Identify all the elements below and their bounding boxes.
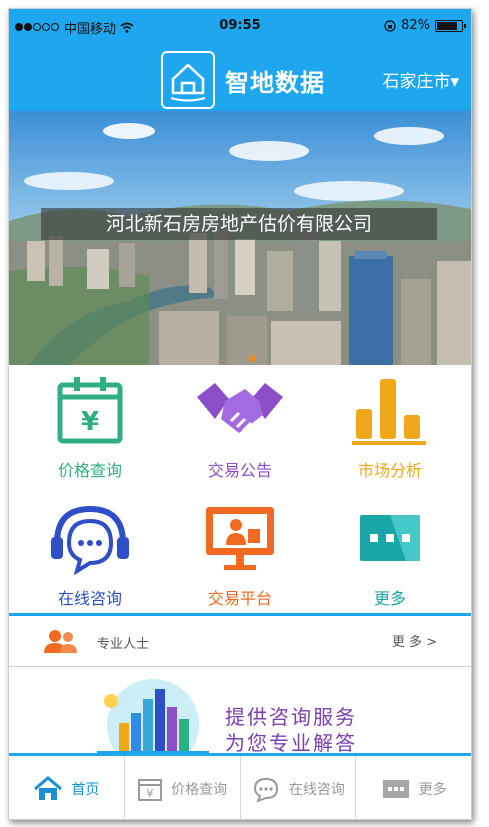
menu-price-query[interactable]: ¥ 价格查询 — [15, 375, 165, 481]
battery-icon — [435, 19, 466, 32]
banner-carousel[interactable]: 河北新石房房地产估价有限公司 — [9, 111, 471, 365]
home-icon — [34, 776, 63, 800]
city-illustration — [97, 679, 209, 759]
banner-caption: 河北新石房房地产估价有限公司 — [41, 208, 437, 240]
more-dots-icon — [360, 515, 420, 561]
menu-label: 价格查询 — [57, 461, 122, 480]
menu-trade-platform[interactable]: 交易平台 — [165, 503, 315, 609]
svg-text:¥: ¥ — [147, 787, 154, 800]
professionals-row[interactable]: 专业人士 更 多 > — [9, 616, 471, 667]
tab-price-query[interactable]: ¥ 价格查询 — [125, 756, 241, 819]
menu-label: 在线咨询 — [57, 589, 122, 608]
calendar-yen-icon: ¥ — [57, 377, 123, 444]
chat-icon — [253, 777, 278, 802]
menu-market-analysis[interactable]: 市场分析 — [315, 375, 465, 481]
tab-label: 首页 — [71, 782, 100, 798]
status-bar: 中国移动 09:55 82% — [9, 9, 471, 45]
app-logo — [161, 51, 215, 109]
menu-label: 交易公告 — [207, 461, 272, 480]
tab-home[interactable]: 首页 — [9, 756, 125, 819]
tab-online-consult[interactable]: 在线咨询 — [241, 756, 357, 819]
city-selector[interactable]: 石家庄市▾ — [382, 67, 459, 92]
professionals-label: 专业人士 — [97, 637, 150, 652]
menu-more[interactable]: 更多 — [315, 503, 465, 609]
monitor-presenter-icon — [206, 507, 274, 570]
bar-chart-icon — [352, 379, 426, 445]
promo-banner[interactable]: 提供咨询服务 为您专业解答 — [9, 667, 471, 759]
promo-line-2: 为您专业解答 — [225, 731, 357, 755]
bottom-tab-bar: 首页 ¥ 价格查询 在线咨询 更多 — [9, 753, 471, 819]
feature-grid: ¥ 价格查询 交易公告 市场分析 在线咨询 交易平台 更多 — [9, 365, 471, 615]
app-title: 智地数据 — [225, 69, 325, 97]
users-icon — [44, 630, 77, 653]
more-dots-icon — [382, 780, 409, 798]
menu-label: 交易平台 — [207, 589, 272, 608]
menu-label: 更多 — [373, 589, 406, 608]
tab-label: 在线咨询 — [288, 782, 345, 798]
calendar-yen-icon: ¥ — [138, 779, 163, 801]
handshake-icon — [197, 383, 283, 433]
menu-trade-notice[interactable]: 交易公告 — [165, 375, 315, 481]
menu-online-consult[interactable]: 在线咨询 — [15, 503, 165, 609]
professionals-more-link[interactable]: 更 多 > — [392, 631, 437, 650]
rotation-lock-icon — [384, 19, 396, 32]
app-header: 智地数据 石家庄市▾ — [9, 45, 471, 111]
headset-chat-icon — [51, 505, 129, 576]
tab-more[interactable]: 更多 — [356, 756, 471, 819]
tab-label: 价格查询 — [171, 782, 228, 798]
battery-percent: 82% — [401, 18, 430, 33]
carousel-dot-active[interactable] — [249, 355, 256, 362]
menu-label: 市场分析 — [357, 461, 422, 480]
svg-text:¥: ¥ — [81, 407, 99, 437]
tab-label: 更多 — [418, 782, 447, 798]
promo-line-1: 提供咨询服务 — [225, 705, 357, 729]
phone-screen: 中国移动 09:55 82% 智地数据 石家庄市▾ 河北新石房房地产估价有限公司… — [8, 8, 472, 820]
house-logo-icon — [170, 63, 206, 102]
